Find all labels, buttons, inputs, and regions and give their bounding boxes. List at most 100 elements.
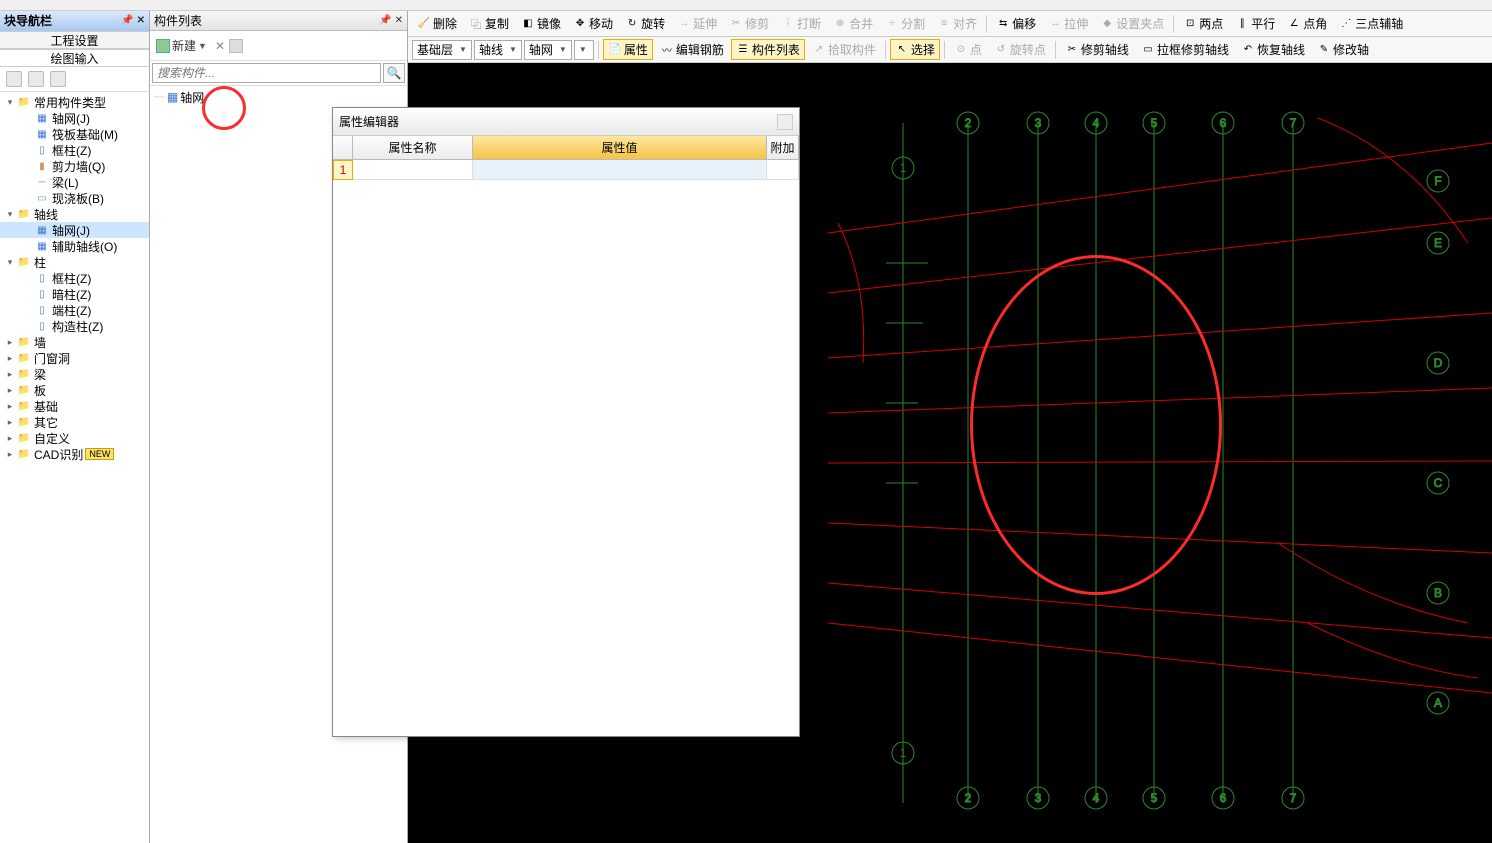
box-trim-axis-button[interactable]: ▭拉框修剪轴线 [1136,39,1234,60]
new-component-button[interactable]: 新建 ▼ [156,37,207,54]
point-button[interactable]: ⊙点 [949,39,987,60]
navigator-pin-icons[interactable]: 📌 ✕ [121,11,145,31]
tree-item-label: 梁(L) [52,174,79,191]
restore-icon: ↶ [1241,43,1255,57]
tree-item[interactable]: ▦筏板基础(M) [0,126,149,142]
expand-arrow-icon[interactable]: ▸ [4,369,16,380]
tree-item[interactable]: ▸📁基础 [0,398,149,414]
tree-item[interactable]: ▯暗柱(Z) [0,286,149,302]
expand-arrow-icon[interactable]: ▾ [4,257,16,268]
edit-rebar-button[interactable]: 〰编辑钢筋 [655,39,729,60]
merge-button[interactable]: ⊕合并 [828,13,878,34]
search-input[interactable] [152,63,381,83]
tree-item[interactable]: ▸📁门窗洞 [0,350,149,366]
expand-arrow-icon[interactable]: ▸ [4,337,16,348]
trim-axis-icon: ✂ [1065,43,1079,57]
expand-arrow-icon[interactable]: ▸ [4,353,16,364]
col-header-value[interactable]: 属性值 [473,136,767,159]
fixpoint-button[interactable]: ◆设置夹点 [1095,13,1169,34]
split-button[interactable]: ÷分割 [880,13,930,34]
component-combo[interactable]: 轴网▼ [524,40,572,60]
tree-item-label: 墙 [34,334,46,351]
tree-item[interactable]: ▯构造柱(Z) [0,318,149,334]
component-list-pin-icons[interactable]: 📌 ✕ [379,11,403,30]
nav-tool-3-icon[interactable] [50,71,66,87]
align-button[interactable]: ≡对齐 [932,13,982,34]
parallel-button[interactable]: ∥平行 [1230,13,1280,34]
tree-item[interactable]: ▮剪力墙(Q) [0,158,149,174]
tree-item[interactable]: ▾📁常用构件类型 [0,94,149,110]
close-button[interactable] [777,114,793,130]
tree-item[interactable]: ▭现浇板(B) [0,190,149,206]
property-grid-row-1[interactable]: 1 [333,160,799,180]
delete-button[interactable]: 🧹删除 [412,13,462,34]
row-add-cell[interactable] [767,160,799,180]
stretch-button[interactable]: ↔拉伸 [1043,13,1093,34]
row-name-cell[interactable] [353,160,473,180]
rotate-button[interactable]: ↻旋转 [620,13,670,34]
point-angle-button[interactable]: ∠点角 [1282,13,1332,34]
expand-arrow-icon[interactable]: ▾ [4,97,16,108]
pick-component-button[interactable]: ↗拾取构件 [807,39,881,60]
tree-item[interactable]: ▸📁板 [0,382,149,398]
tree-item[interactable]: ▾📁轴线 [0,206,149,222]
expand-arrow-icon[interactable]: ▸ [4,385,16,396]
tree-item[interactable]: ▸📁其它 [0,414,149,430]
folder-icon: 📁 [16,367,32,381]
three-aux-button[interactable]: ⋰三点辅轴 [1334,13,1408,34]
tree-item[interactable]: ▯框柱(Z) [0,270,149,286]
svg-text:F: F [1434,174,1441,188]
tree-item[interactable]: ▸📁梁 [0,366,149,382]
properties-button[interactable]: 📄属性 [603,39,653,60]
move-button[interactable]: ✥移动 [568,13,618,34]
property-editor-window[interactable]: 属性编辑器 属性名称 属性值 附加 1 [332,107,800,737]
trim-button[interactable]: ✂修剪 [724,13,774,34]
tree-item[interactable]: ▯端柱(Z) [0,302,149,318]
tree-item[interactable]: ▾📁柱 [0,254,149,270]
expand-arrow-icon[interactable]: ▸ [4,433,16,444]
nav-tool-1-icon[interactable] [6,71,22,87]
layer-combo[interactable]: 基础层▼ [412,40,472,60]
copy-button[interactable]: ⿻复制 [464,13,514,34]
expand-arrow-icon[interactable]: ▸ [4,449,16,460]
restore-axis-button[interactable]: ↶恢复轴线 [1236,39,1310,60]
copy-component-button[interactable] [229,39,243,53]
tree-item[interactable]: ▦轴网(J) [0,222,149,238]
pick-icon: ↗ [812,43,826,57]
tab-drawing-input[interactable]: 绘图输入 [0,49,149,67]
extend-button[interactable]: →延伸 [672,13,722,34]
folder-icon: 📁 [16,383,32,397]
extra-combo[interactable]: ▼ [574,40,594,60]
row-value-cell[interactable] [473,160,767,180]
tree-item[interactable]: ▸📁自定义 [0,430,149,446]
component-list-toolbar: 新建 ▼ ✕ [150,31,407,61]
select-button[interactable]: ↖选择 [890,39,940,60]
tree-item[interactable]: ▦轴网(J) [0,110,149,126]
modify-axis-button[interactable]: ✎修改轴 [1312,39,1374,60]
component-type-tree[interactable]: ▾📁常用构件类型▦轴网(J)▦筏板基础(M)▯框柱(Z)▮剪力墙(Q)─梁(L)… [0,92,149,843]
expand-arrow-icon[interactable]: ▸ [4,417,16,428]
col-header-add[interactable]: 附加 [767,136,799,159]
col-header-name[interactable]: 属性名称 [353,136,473,159]
rotate-point-button[interactable]: ↺旋转点 [989,39,1051,60]
expand-arrow-icon[interactable]: ▸ [4,401,16,412]
tree-item[interactable]: ─梁(L) [0,174,149,190]
trim-axis-button[interactable]: ✂修剪轴线 [1060,39,1134,60]
tree-item[interactable]: ▯框柱(Z) [0,142,149,158]
tree-item[interactable]: ▦辅助轴线(O) [0,238,149,254]
nav-tool-2-icon[interactable] [28,71,44,87]
delete-component-button[interactable]: ✕ [215,39,225,53]
tab-project-settings[interactable]: 工程设置 [0,31,149,49]
tree-item[interactable]: ▸📁墙 [0,334,149,350]
offset-button[interactable]: ⇆偏移 [991,13,1041,34]
list-root-item[interactable]: ┈┈ ▦ 轴网 [154,88,403,106]
two-point-button[interactable]: ⊡两点 [1178,13,1228,34]
property-editor-titlebar[interactable]: 属性编辑器 [333,108,799,136]
expand-arrow-icon[interactable]: ▾ [4,209,16,220]
component-list-toggle[interactable]: ☰构件列表 [731,39,805,60]
break-button[interactable]: ⁞打断 [776,13,826,34]
tree-item[interactable]: ▸📁CAD识别NEW [0,446,149,462]
category-combo[interactable]: 轴线▼ [474,40,522,60]
search-button[interactable]: 🔍 [383,63,405,83]
mirror-button[interactable]: ◧镜像 [516,13,566,34]
